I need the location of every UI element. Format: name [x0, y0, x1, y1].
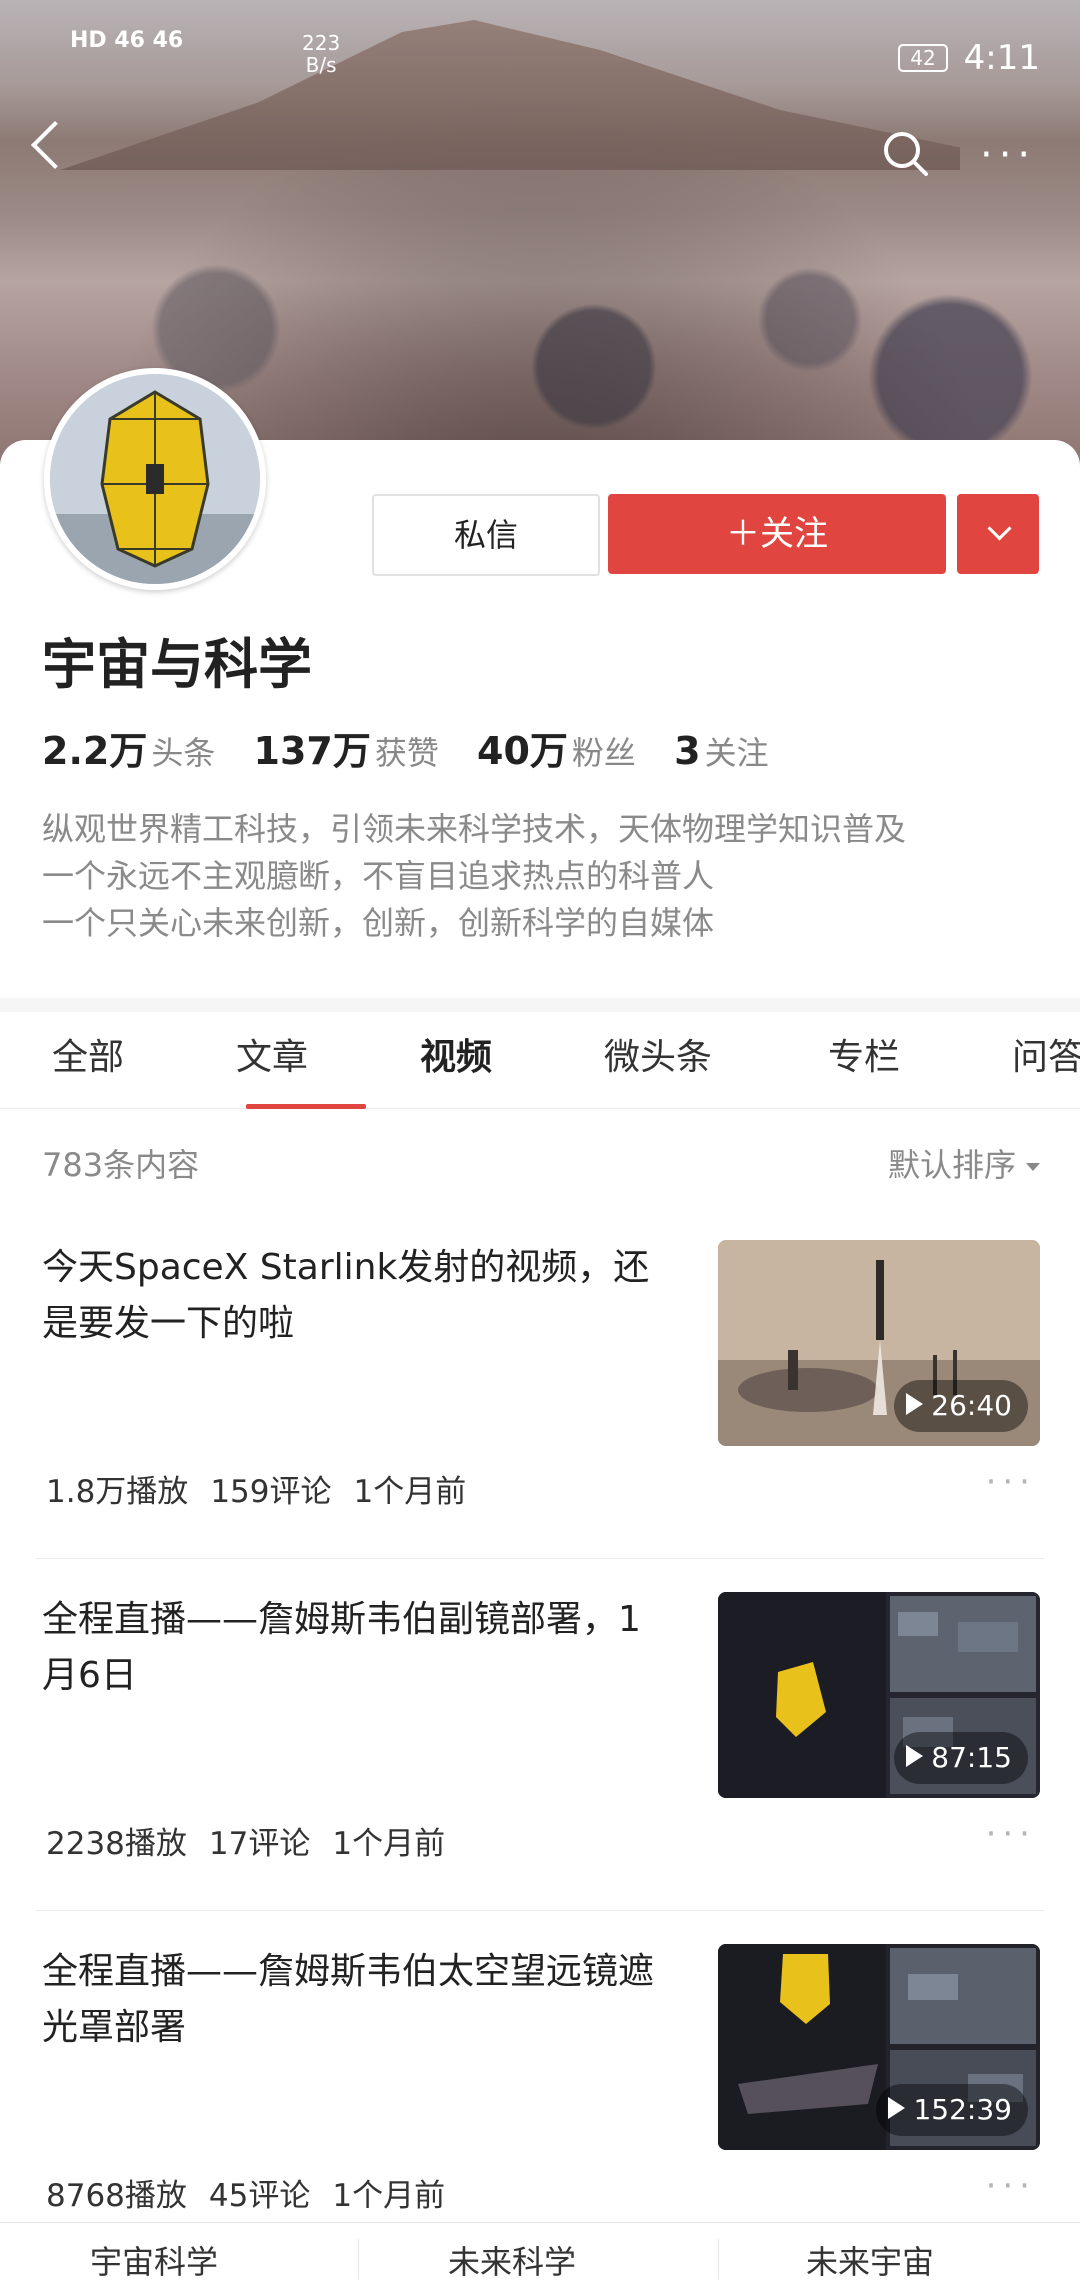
duration-badge: 87:15 — [894, 1732, 1028, 1784]
video-meta: 8768播放 45评论 1个月前 — [46, 2170, 467, 2215]
tab-micro-posts[interactable]: 微头条 — [604, 1028, 712, 1080]
content-count: 783条内容 — [42, 1146, 200, 1184]
network-speed: 223 B/s — [302, 32, 340, 76]
follow-button[interactable]: ＋关注 — [608, 494, 946, 574]
duration-text: 87:15 — [931, 1741, 1012, 1774]
sort-label: 默认排序 — [887, 1146, 1016, 1184]
tab-videos[interactable]: 视频 — [420, 1028, 492, 1080]
profile-bio: 纵观世界精工科技，引领未来科学技术，天体物理学知识普及 一个永远不主观臆断，不盲… — [42, 806, 1042, 947]
sort-dropdown[interactable]: 默认排序 — [888, 1140, 1040, 1186]
bottom-menu-item[interactable]: 宇宙科学 — [90, 2237, 218, 2283]
video-thumbnail[interactable]: 26:40 — [718, 1240, 1040, 1446]
bio-line: 一个只关心未来创新，创新，创新科学的自媒体 — [42, 904, 715, 942]
bottom-menu-bar: 宇宙科学 未来科学 未来宇宙 — [0, 2222, 1080, 2281]
video-thumbnail[interactable]: 87:15 — [718, 1592, 1040, 1798]
play-icon — [888, 2097, 906, 2119]
more-horizontal-icon[interactable]: ··· — [986, 1462, 1036, 1502]
comment-count: 17评论 — [208, 1826, 311, 1862]
network-speed-unit: B/s — [305, 53, 337, 77]
caret-down-icon — [1026, 1163, 1040, 1171]
duration-badge: 152:39 — [876, 2084, 1028, 2136]
play-count: 2238播放 — [46, 1826, 187, 1862]
video-title[interactable]: 全程直播——詹姆斯韦伯太空望远镜遮光罩部署 — [42, 1944, 672, 2056]
publish-time: 1个月前 — [332, 2178, 446, 2214]
divider — [36, 1910, 1044, 1911]
message-button[interactable]: 私信 — [372, 494, 600, 576]
chevron-down-icon — [987, 516, 1012, 541]
profile-stats: 2.2万 头条 137万 获赞 40万 粉丝 3 关注 — [42, 720, 797, 775]
bottom-menu-item[interactable]: 未来科学 — [448, 2237, 576, 2283]
video-meta: 2238播放 17评论 1个月前 — [46, 1818, 467, 1863]
divider — [358, 2239, 359, 2279]
play-count: 1.8万播放 — [46, 1474, 189, 1510]
list-item[interactable]: 今天SpaceX Starlink发射的视频，还是要发一下的啦 26:40 1.… — [0, 1240, 1080, 1592]
play-icon — [906, 1393, 924, 1415]
list-item[interactable]: 全程直播——詹姆斯韦伯副镜部署，1月6日 87:15 2238播放 17评论 1个月… — [0, 1592, 1080, 1944]
status-bar: HD 46 46 223 B/s 42 4:11 — [70, 28, 1040, 88]
stat-following[interactable]: 3 关注 — [674, 729, 796, 773]
stat-articles[interactable]: 2.2万 头条 — [42, 729, 243, 773]
tab-articles[interactable]: 文章 — [236, 1028, 308, 1080]
bottom-menu-item[interactable]: 未来宇宙 — [806, 2237, 934, 2283]
bio-line: 一个永远不主观臆断，不盲目追求热点的科普人 — [42, 857, 715, 895]
tab-all[interactable]: 全部 — [52, 1028, 124, 1080]
play-icon — [906, 1745, 924, 1767]
publish-time: 1个月前 — [353, 1474, 467, 1510]
profile-name: 宇宙与科学 — [42, 633, 312, 696]
duration-text: 152:39 — [913, 2093, 1012, 2126]
signal-indicator: HD 46 46 — [70, 28, 184, 53]
divider — [36, 1558, 1044, 1559]
battery-icon: 42 — [898, 44, 948, 72]
stat-likes[interactable]: 137万 获赞 — [254, 729, 467, 773]
tab-qa[interactable]: 问答 — [1012, 1028, 1080, 1080]
publish-time: 1个月前 — [332, 1826, 446, 1862]
content-tabs: 全部 文章 视频 微头条 专栏 问答 — [0, 1008, 1080, 1109]
active-tab-indicator — [246, 1104, 366, 1109]
divider — [718, 2239, 719, 2279]
clock: 4:11 — [963, 38, 1040, 78]
play-count: 8768播放 — [46, 2178, 187, 2214]
more-horizontal-icon[interactable]: ··· — [980, 135, 1036, 175]
network-speed-value: 223 — [302, 31, 341, 55]
more-horizontal-icon[interactable]: ··· — [986, 1814, 1036, 1854]
telescope-avatar-image — [50, 374, 260, 584]
duration-text: 26:40 — [931, 1389, 1012, 1422]
comment-count: 159评论 — [210, 1474, 332, 1510]
tab-columns[interactable]: 专栏 — [828, 1028, 900, 1080]
video-meta: 1.8万播放 159评论 1个月前 — [46, 1466, 488, 1511]
follow-dropdown-button[interactable] — [957, 494, 1039, 574]
search-icon[interactable] — [880, 128, 930, 178]
more-horizontal-icon[interactable]: ··· — [986, 2166, 1036, 2206]
video-thumbnail[interactable]: 152:39 — [718, 1944, 1040, 2150]
avatar[interactable] — [44, 368, 266, 590]
duration-badge: 26:40 — [894, 1380, 1028, 1432]
comment-count: 45评论 — [208, 2178, 311, 2214]
video-title[interactable]: 今天SpaceX Starlink发射的视频，还是要发一下的啦 — [42, 1240, 672, 1352]
video-title[interactable]: 全程直播——詹姆斯韦伯副镜部署，1月6日 — [42, 1592, 672, 1704]
bio-line: 纵观世界精工科技，引领未来科学技术，天体物理学知识普及 — [42, 810, 907, 848]
stat-followers[interactable]: 40万 粉丝 — [477, 729, 664, 773]
